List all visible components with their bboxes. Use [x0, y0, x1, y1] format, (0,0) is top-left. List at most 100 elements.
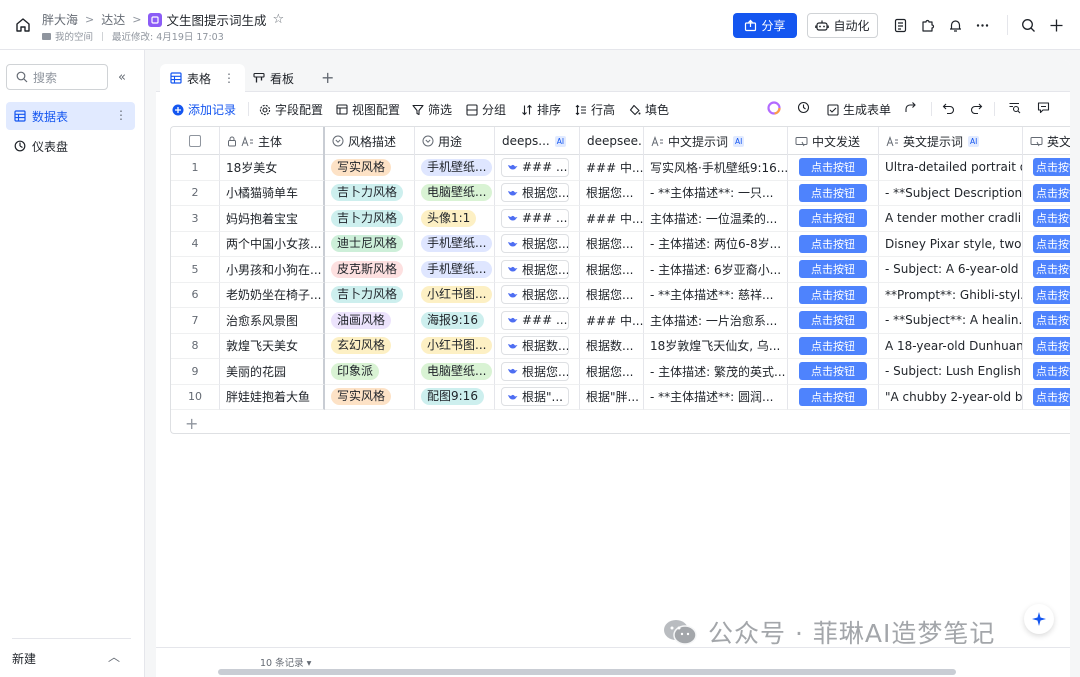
table-cell-deeps2[interactable]: 根据您... [580, 231, 644, 257]
table-cell-deeps2[interactable]: 根据"胖... [580, 384, 644, 410]
table-cell-deeps2[interactable]: ### 中... [580, 155, 644, 181]
table-cell-style[interactable]: 吉卜力风格 [325, 180, 415, 206]
tab-kanban[interactable]: 看板 [253, 64, 294, 92]
record-count[interactable]: 10 条记录 ▾ [260, 655, 311, 669]
space-name[interactable]: 我的空间 [55, 29, 93, 43]
column-header-en-prompt[interactable]: 英文提示词 AI [879, 127, 1023, 155]
document-title[interactable]: 文生图提示词生成 [166, 10, 266, 29]
ai-result-chip[interactable]: 根据"... [501, 387, 569, 407]
en-send-button[interactable]: 点击按钮 [1033, 260, 1070, 279]
table-cell-style[interactable]: 写实风格 [325, 384, 415, 410]
table-cell-style[interactable]: 写实风格 [325, 155, 415, 181]
table-cell-deeps2[interactable]: 根据您... [580, 257, 644, 283]
table-cell-en[interactable]: Ultra-detailed portrait of... [879, 155, 1023, 181]
table-cell-style[interactable]: 油画风格 [325, 308, 415, 334]
table-cell-usage[interactable]: 配图9:16 [415, 384, 495, 410]
table-cell-deeps1[interactable]: 根据您... [495, 359, 580, 385]
table-cell-subject[interactable]: 18岁美女 [220, 155, 325, 181]
group-button[interactable]: 分组 [466, 101, 506, 118]
row-number[interactable]: 1 [171, 155, 220, 181]
table-cell-en[interactable]: - **Subject Description... [879, 180, 1023, 206]
table-cell-usage[interactable]: 海报9:16 [415, 308, 495, 334]
row-number[interactable]: 8 [171, 333, 220, 359]
table-cell-deeps2[interactable]: 根据您... [580, 180, 644, 206]
table-cell-deeps1[interactable]: 根据您... [495, 180, 580, 206]
share-button[interactable]: 分享 [733, 13, 797, 38]
table-cell-style[interactable]: 皮克斯风格 [325, 257, 415, 283]
chevron-up-icon[interactable]: ︿ [108, 648, 120, 665]
select-all-checkbox[interactable] [171, 127, 220, 155]
ai-sparkle-button[interactable] [1024, 604, 1054, 634]
collapse-sidebar-icon[interactable]: « [118, 70, 126, 85]
table-cell-en[interactable]: **Prompt**: Ghibli-styl... [879, 282, 1023, 308]
table-cell-subject[interactable]: 胖娃娃抱着大鱼 [220, 384, 325, 410]
table-cell-cn[interactable]: 18岁敦煌飞天仙女, 乌... [644, 333, 788, 359]
row-number[interactable]: 7 [171, 308, 220, 334]
table-cell-deeps1[interactable]: 根据"... [495, 384, 580, 410]
sidebar-search-input[interactable]: 搜索 [6, 64, 108, 90]
en-send-button[interactable]: 点击按钮 [1033, 183, 1070, 202]
table-cell-cn[interactable]: - **主体描述**: 圆润... [644, 384, 788, 410]
redo-icon[interactable] [970, 101, 987, 114]
column-header-subject[interactable]: 主体 [220, 127, 325, 155]
row-number[interactable]: 5 [171, 257, 220, 283]
cn-send-button[interactable]: 点击按钮 [799, 362, 867, 381]
horizontal-scrollbar[interactable] [218, 669, 956, 675]
table-cell-en[interactable]: Disney Pixar style, two ... [879, 231, 1023, 257]
tab-grid[interactable]: 表格 ⋮ [160, 64, 246, 92]
cn-send-button[interactable]: 点击按钮 [799, 209, 867, 228]
table-cell-en[interactable]: - Subject: Lush English ... [879, 359, 1023, 385]
star-icon[interactable]: ☆ [272, 12, 284, 27]
table-cell-style[interactable]: 吉卜力风格 [325, 282, 415, 308]
table-cell-cn[interactable]: - 主体描述: 两位6-8岁... [644, 231, 788, 257]
search-icon[interactable] [1019, 16, 1037, 34]
ai-result-chip[interactable]: 根据您... [501, 259, 569, 279]
add-view-icon[interactable]: + [321, 68, 334, 87]
en-send-button[interactable]: 点击按钮 [1033, 362, 1070, 381]
row-number[interactable]: 2 [171, 180, 220, 206]
table-cell-deeps1[interactable]: ### ... [495, 206, 580, 232]
ai-assistant-icon[interactable] [767, 101, 785, 115]
table-cell-style[interactable]: 吉卜力风格 [325, 206, 415, 232]
table-cell-usage[interactable]: 小红书图... [415, 333, 495, 359]
table-cell-cn[interactable]: - **主体描述**: 一只... [644, 180, 788, 206]
table-cell-deeps2[interactable]: 根据您... [580, 282, 644, 308]
column-header-en-send[interactable]: 英文 [1023, 127, 1070, 155]
table-cell-cn[interactable]: - **主体描述**: 慈祥... [644, 282, 788, 308]
table-cell-usage[interactable]: 手机壁纸... [415, 257, 495, 283]
table-cell-en[interactable]: "A chubby 2-year-old ba... [879, 384, 1023, 410]
sort-button[interactable]: 排序 [521, 101, 561, 118]
cn-send-button[interactable]: 点击按钮 [799, 387, 867, 406]
en-send-button[interactable]: 点击按钮 [1033, 311, 1070, 330]
table-cell-cn[interactable]: 主体描述: 一位温柔的... [644, 206, 788, 232]
table-cell-en[interactable]: - **Subject**: A healin... [879, 308, 1023, 334]
table-cell-en[interactable]: - Subject: A 6-year-old ... [879, 257, 1023, 283]
more-vertical-icon[interactable]: ⋮ [223, 71, 235, 85]
cn-send-button[interactable]: 点击按钮 [799, 183, 867, 202]
table-cell-subject[interactable]: 小橘猫骑单车 [220, 180, 325, 206]
table-cell-cn[interactable]: 写实风格·手机壁纸9:16... [644, 155, 788, 181]
column-header-style[interactable]: 风格描述 [325, 127, 415, 155]
plus-icon[interactable] [1047, 16, 1065, 34]
table-cell-style[interactable]: 印象派 [325, 359, 415, 385]
table-cell-style[interactable]: 玄幻风格 [325, 333, 415, 359]
add-record-button[interactable]: 添加记录 [172, 101, 236, 118]
breadcrumb-item-0[interactable]: 胖大海 [42, 11, 78, 28]
find-icon[interactable] [1008, 101, 1025, 114]
en-send-button[interactable]: 点击按钮 [1033, 158, 1070, 177]
history-icon[interactable] [797, 101, 814, 114]
sidebar-item-datatable[interactable]: 数据表 ⋮ [6, 102, 135, 130]
table-cell-subject[interactable]: 美丽的花园 [220, 359, 325, 385]
generate-form-button[interactable]: 生成表单 [827, 101, 891, 118]
table-cell-usage[interactable]: 电脑壁纸... [415, 359, 495, 385]
en-send-button[interactable]: 点击按钮 [1033, 387, 1070, 406]
row-number[interactable]: 3 [171, 206, 220, 232]
table-cell-deeps1[interactable]: 根据您... [495, 257, 580, 283]
column-header-cn-prompt[interactable]: 中文提示词 AI [644, 127, 788, 155]
view-config-button[interactable]: 视图配置 [336, 101, 400, 118]
table-cell-deeps2[interactable]: ### 中... [580, 206, 644, 232]
fill-color-button[interactable]: 填色 [629, 101, 669, 118]
table-cell-usage[interactable]: 电脑壁纸... [415, 180, 495, 206]
ai-result-chip[interactable]: 根据您... [501, 361, 569, 381]
table-cell-en[interactable]: A 18-year-old Dunhuang... [879, 333, 1023, 359]
